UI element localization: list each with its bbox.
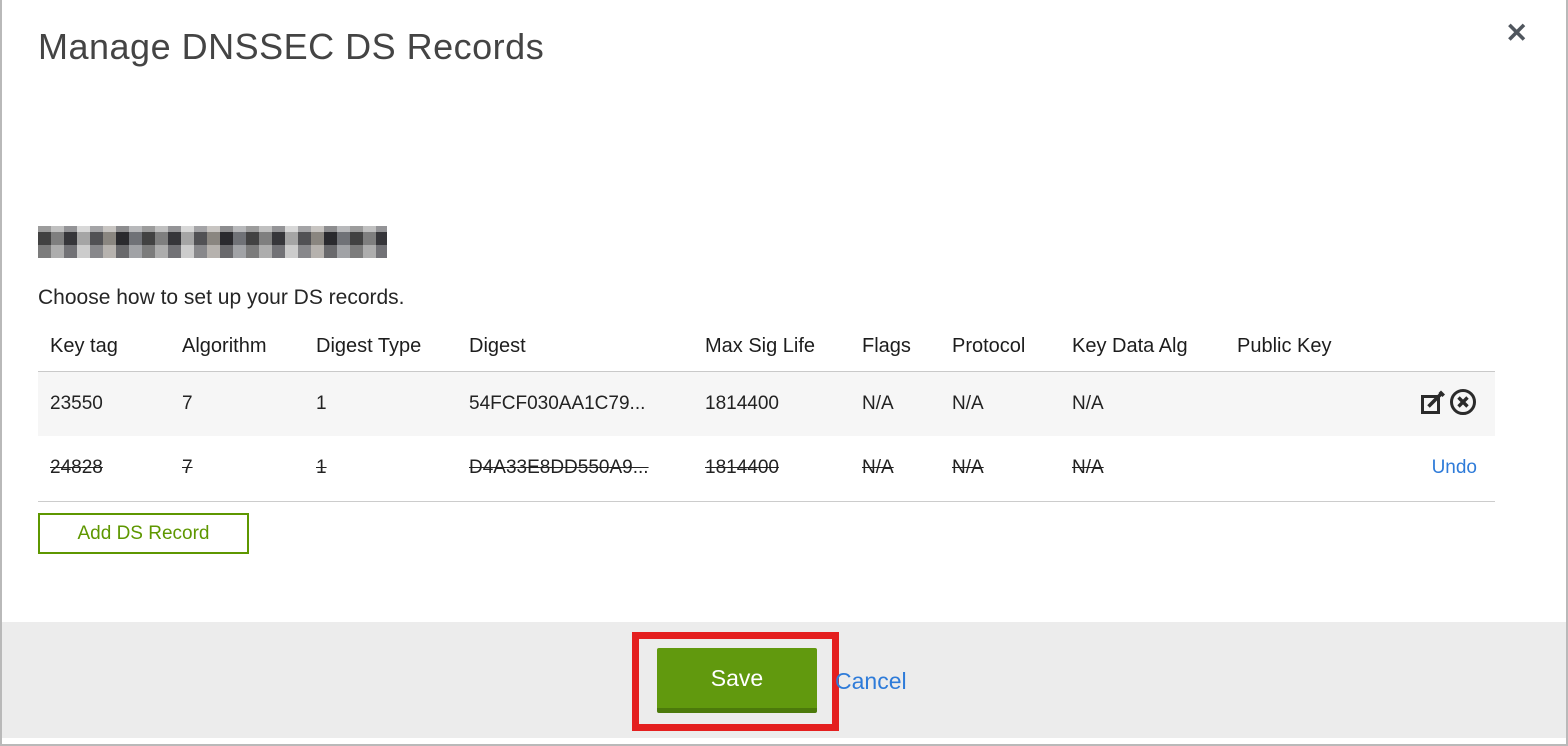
edit-icon-glyph — [1421, 390, 1445, 414]
domain-name-redacted — [38, 226, 387, 258]
col-header-key-tag: Key tag — [38, 330, 170, 372]
cell-protocol: N/A — [952, 392, 984, 414]
delete-icon-glyph — [1450, 389, 1476, 416]
row-actions — [1365, 371, 1495, 436]
col-header-actions — [1365, 330, 1495, 372]
page-title: Manage DNSSEC DS Records — [38, 26, 545, 67]
manage-dnssec-dialog: Manage DNSSEC DS Records ✕ Choose how to… — [0, 0, 1568, 746]
ds-records-table: Key tag Algorithm Digest Type Digest Max… — [38, 330, 1495, 502]
col-header-flags: Flags — [850, 330, 940, 372]
cell-key-data-alg: N/A — [1072, 457, 1104, 479]
col-header-algorithm: Algorithm — [170, 330, 304, 372]
table-row-marked-deleted: 24828 7 1 D4A33E8DD550A9... 1814400 N/A … — [38, 436, 1495, 501]
col-header-max-sig-life: Max Sig Life — [693, 330, 850, 372]
col-header-protocol: Protocol — [940, 330, 1060, 372]
undo-link[interactable]: Undo — [1432, 457, 1477, 478]
cell-public-key — [1225, 371, 1365, 436]
row-actions: Undo — [1365, 436, 1495, 501]
cell-max-sig-life: 1814400 — [705, 392, 779, 414]
edit-icon[interactable] — [1420, 389, 1447, 419]
cell-algorithm: 7 — [182, 392, 193, 414]
cell-protocol: N/A — [952, 457, 984, 479]
cell-digest-type: 1 — [316, 457, 327, 479]
cell-algorithm: 7 — [182, 457, 193, 479]
cell-digest: D4A33E8DD550A9... — [469, 457, 649, 479]
delete-icon[interactable] — [1449, 388, 1477, 419]
dialog-footer: Save Cancel — [2, 622, 1566, 738]
cell-key-data-alg: N/A — [1072, 392, 1104, 414]
cell-flags: N/A — [862, 392, 894, 414]
cell-key-tag: 24828 — [50, 457, 103, 479]
col-header-digest: Digest — [457, 330, 693, 372]
col-header-public-key: Public Key — [1225, 330, 1365, 372]
col-header-digest-type: Digest Type — [304, 330, 457, 372]
close-icon[interactable]: ✕ — [1505, 20, 1528, 47]
cell-flags: N/A — [862, 457, 894, 479]
cancel-link[interactable]: Cancel — [835, 668, 907, 695]
cell-digest: 54FCF030AA1C79... — [469, 392, 646, 414]
cell-digest-type: 1 — [316, 392, 327, 414]
cell-public-key — [1225, 436, 1365, 501]
cell-key-tag: 23550 — [50, 392, 103, 414]
col-header-key-data-alg: Key Data Alg — [1060, 330, 1225, 372]
table-header-row: Key tag Algorithm Digest Type Digest Max… — [38, 330, 1495, 372]
cell-max-sig-life: 1814400 — [705, 457, 779, 479]
save-button[interactable]: Save — [657, 648, 817, 713]
table-row: 23550 7 1 54FCF030AA1C79... 1814400 N/A … — [38, 371, 1495, 436]
instruction-text: Choose how to set up your DS records. — [38, 286, 405, 309]
add-ds-record-button[interactable]: Add DS Record — [38, 513, 249, 554]
